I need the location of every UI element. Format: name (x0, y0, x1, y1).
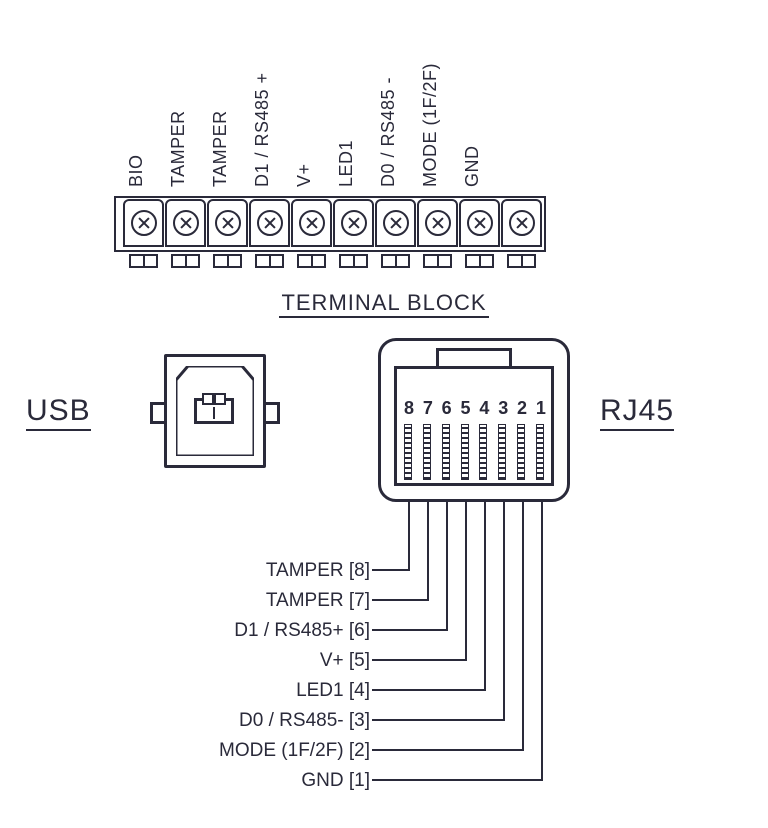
terminal-pin-label: V+ (288, 32, 330, 187)
pinout-row: LED1 [4] (0, 680, 370, 702)
terminal-pin-label: TAMPER (204, 32, 246, 187)
pinout-row: D0 / RS485- [3] (0, 710, 370, 732)
terminal-pin-label: D1 / RS485 + (246, 32, 288, 187)
pinout-row: D1 / RS485+ [6] (0, 620, 370, 642)
terminal-block-caption: TERMINAL BLOCK (0, 290, 768, 316)
pinout-row: GND [1] (0, 770, 370, 792)
terminal-pin-label: MODE (1F/2F) (414, 32, 456, 187)
pinout-row: MODE (1F/2F) [2] (0, 740, 370, 762)
usb-type-b-port-icon (150, 348, 280, 478)
pinout-row: TAMPER [8] (0, 560, 370, 582)
usb-label: USB (26, 394, 91, 428)
pinout-row: V+ [5] (0, 650, 370, 672)
terminal-pin-label: TAMPER (162, 32, 204, 187)
terminal-pin-label: GND (456, 32, 498, 187)
pinout-row: TAMPER [7] (0, 590, 370, 612)
terminal-block-connector (114, 196, 546, 274)
rj45-label: RJ45 (600, 394, 674, 428)
terminal-pin-label: BIO (120, 32, 162, 187)
terminal-block-labels: BIO TAMPER TAMPER D1 / RS485 + V+ LED1 D… (120, 32, 498, 187)
connector-diagram: BIO TAMPER TAMPER D1 / RS485 + V+ LED1 D… (0, 0, 768, 828)
terminal-pin-label: LED1 (330, 32, 372, 187)
terminal-pin-label: D0 / RS485 - (372, 32, 414, 187)
rj45-jack-icon: 8 7 6 5 4 3 2 1 (378, 338, 570, 502)
rj45-pin-numbers: 8 7 6 5 4 3 2 1 (400, 398, 550, 419)
